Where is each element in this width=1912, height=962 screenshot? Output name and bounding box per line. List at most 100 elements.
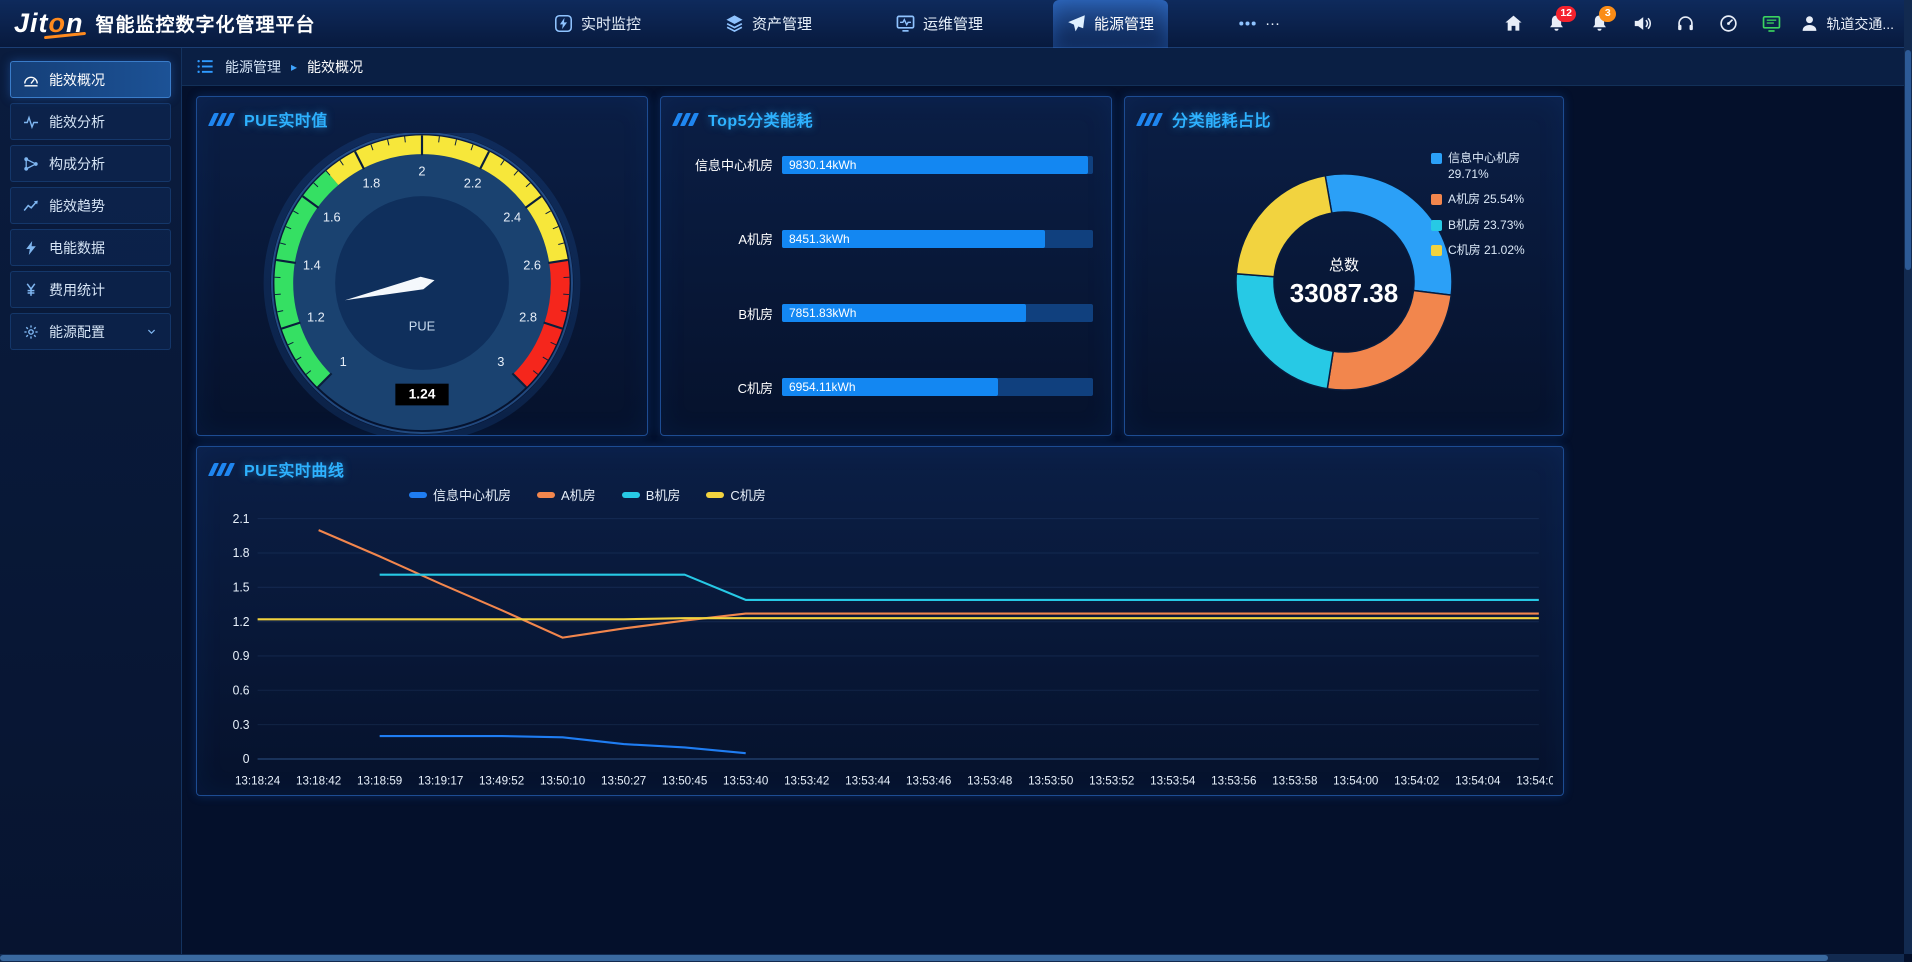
analysis-icon: [23, 114, 39, 130]
donut-center-label: 总数: [1329, 257, 1359, 274]
header-tool-speaker[interactable]: [1628, 10, 1656, 38]
header-toolbar: 12 3 轨道交通...: [1499, 10, 1912, 38]
cost-icon: [23, 282, 39, 298]
donut-center-value: 33087.38: [1290, 278, 1398, 308]
nav-item-assets[interactable]: 资产管理: [711, 0, 826, 48]
bar[interactable]: 6954.11kWh: [782, 378, 998, 396]
top-nav: 实时监控 资产管理 运维管理 能源管理 ···: [540, 0, 1294, 48]
svg-text:13:19:17: 13:19:17: [418, 773, 464, 787]
legend-swatch: [1431, 153, 1442, 164]
horizontal-scrollbar-thumb[interactable]: [0, 955, 1828, 961]
line-legend-item[interactable]: B机房: [622, 485, 681, 504]
svg-text:13:49:52: 13:49:52: [479, 773, 525, 787]
line-series[interactable]: [380, 736, 746, 753]
header-tool-alarm-check[interactable]: 3: [1585, 10, 1613, 38]
sidebar-item-composition[interactable]: 构成分析: [10, 145, 171, 182]
dial-icon: [1719, 14, 1738, 33]
panel-title: Top5分类能耗: [708, 107, 813, 131]
app-logo[interactable]: Jiton: [14, 8, 84, 39]
bar-category-label: A机房: [669, 229, 773, 248]
svg-text:0.6: 0.6: [233, 683, 250, 697]
svg-text:13:53:42: 13:53:42: [784, 773, 830, 787]
header-tool-user[interactable]: 轨道交通...: [1800, 10, 1894, 38]
energy-icon: [1067, 14, 1086, 33]
line-legend-item[interactable]: 信息中心机房: [409, 485, 511, 504]
bar-row: 信息中心机房9830.14kWh: [669, 155, 1093, 174]
svg-text:1.8: 1.8: [362, 176, 380, 191]
legend-label: A机房: [561, 485, 596, 504]
panel-title: 分类能耗占比: [1172, 107, 1271, 131]
screen-icon: [1762, 14, 1781, 33]
panel-header: 分类能耗占比: [1125, 97, 1563, 133]
panel-title-icon: [211, 113, 235, 126]
bar[interactable]: 8451.3kWh: [782, 230, 1045, 248]
header-tool-screen[interactable]: [1757, 10, 1785, 38]
nav-label: ···: [1265, 15, 1280, 32]
menu-icon[interactable]: [196, 57, 215, 76]
bar-category-label: C机房: [669, 378, 773, 397]
svg-text:3: 3: [497, 354, 504, 369]
donut-legend-item[interactable]: C机房 21.02%: [1431, 243, 1555, 259]
bar-value-label: 9830.14kWh: [782, 158, 856, 172]
sidebar-item-label: 电能数据: [49, 238, 105, 258]
svg-text:13:18:59: 13:18:59: [357, 773, 403, 787]
panel-title-icon: [675, 113, 699, 126]
bar[interactable]: 9830.14kWh: [782, 156, 1088, 174]
line-chart-svg: 00.30.60.91.21.51.82.113:18:2413:18:4213…: [207, 508, 1553, 793]
header-tool-alarm-bell[interactable]: 12: [1542, 10, 1570, 38]
nav-item-energy[interactable]: 能源管理: [1053, 0, 1168, 48]
svg-text:2.4: 2.4: [503, 209, 521, 224]
panel-header: PUE实时曲线: [197, 447, 1563, 483]
donut-slice[interactable]: [1236, 175, 1332, 276]
sidebar-item-label: 能源配置: [49, 322, 105, 342]
svg-text:0.3: 0.3: [233, 718, 250, 732]
vertical-scrollbar-thumb[interactable]: [1905, 50, 1911, 270]
sidebar-item-label: 能效分析: [49, 112, 105, 132]
user-icon: [1800, 14, 1819, 33]
svg-text:13:50:10: 13:50:10: [540, 773, 586, 787]
sidebar-item-trend[interactable]: 能效趋势: [10, 187, 171, 224]
panel-pue-curve: PUE实时曲线 信息中心机房A机房B机房C机房 00.30.60.91.21.5…: [196, 446, 1564, 796]
svg-text:13:54:02: 13:54:02: [1394, 773, 1440, 787]
donut-legend-item[interactable]: B机房 23.73%: [1431, 218, 1555, 234]
sidebar-item-label: 能效趋势: [49, 196, 105, 216]
realtime-monitor-icon: [554, 14, 573, 33]
bar-category-label: B机房: [669, 304, 773, 323]
svg-text:13:18:24: 13:18:24: [235, 773, 281, 787]
nav-item-realtime-monitor[interactable]: 实时监控: [540, 0, 655, 48]
svg-text:2.2: 2.2: [464, 176, 482, 191]
sidebar-item-label: 构成分析: [49, 154, 105, 174]
sidebar-item-config[interactable]: 能源配置: [10, 313, 171, 350]
panel-title-icon: [211, 463, 235, 476]
donut-legend-item[interactable]: 信息中心机房 29.71%: [1431, 151, 1555, 182]
sidebar: 能效概况能效分析构成分析能效趋势电能数据费用统计能源配置: [0, 48, 182, 962]
legend-swatch: [1431, 220, 1442, 231]
line-legend-item[interactable]: C机房: [706, 485, 765, 504]
sidebar-item-overview[interactable]: 能效概况: [10, 61, 171, 98]
nav-item-more[interactable]: ···: [1224, 0, 1294, 48]
header-tool-headset[interactable]: [1671, 10, 1699, 38]
brand: Jiton 智能监控数字化管理平台: [0, 8, 330, 39]
legend-label: C机房: [730, 485, 765, 504]
svg-text:13:53:58: 13:53:58: [1272, 773, 1318, 787]
breadcrumb-parent[interactable]: 能源管理: [225, 57, 281, 77]
donut-legend-item[interactable]: A机房 25.54%: [1431, 192, 1555, 208]
header-tool-dial[interactable]: [1714, 10, 1742, 38]
sidebar-item-power-data[interactable]: 电能数据: [10, 229, 171, 266]
line-series[interactable]: [258, 618, 1539, 619]
sidebar-item-analysis[interactable]: 能效分析: [10, 103, 171, 140]
menu-icon: [196, 57, 215, 76]
line-legend-item[interactable]: A机房: [537, 485, 596, 504]
nav-label: 能源管理: [1094, 13, 1154, 34]
header-tool-home[interactable]: [1499, 10, 1527, 38]
notification-badge: 12: [1556, 6, 1576, 22]
svg-text:13:53:50: 13:53:50: [1028, 773, 1074, 787]
horizontal-scrollbar[interactable]: [0, 954, 1904, 962]
legend-label: 信息中心机房 29.71%: [1448, 151, 1555, 182]
bar[interactable]: 7851.83kWh: [782, 304, 1026, 322]
line-legend: 信息中心机房 A机房 B机房 C机房: [409, 485, 1563, 504]
svg-text:13:54:04: 13:54:04: [1455, 773, 1501, 787]
vertical-scrollbar[interactable]: [1904, 0, 1912, 954]
sidebar-item-cost[interactable]: 费用统计: [10, 271, 171, 308]
nav-item-ops[interactable]: 运维管理: [882, 0, 997, 48]
